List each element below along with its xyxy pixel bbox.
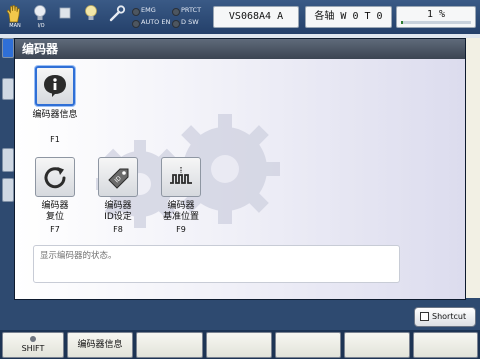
stop-square-icon[interactable] xyxy=(55,4,77,32)
mode-caption: MAN xyxy=(9,23,21,29)
io-bulb-icon[interactable]: I/O xyxy=(30,4,52,32)
encoder-reference-tile[interactable]: 编码器 基准位置 F9 xyxy=(146,157,216,235)
bulb-icon[interactable] xyxy=(81,4,103,32)
shift-label: SHIFT xyxy=(21,344,45,353)
status-message: 显示编码器的状态。 xyxy=(33,245,400,283)
lower-area xyxy=(0,300,480,330)
encoder-reset-button[interactable] xyxy=(35,157,75,197)
waveform-icon xyxy=(170,167,192,184)
softkey-6[interactable] xyxy=(413,332,478,358)
hand-icon[interactable]: MAN xyxy=(4,4,26,32)
id-tag-icon: ID xyxy=(108,168,129,189)
softkey-4[interactable] xyxy=(275,332,341,358)
status-bar: MAN I/O EMG PRTCT AUTO EN D SW VS068A4 A xyxy=(0,0,480,34)
background-side-buttons xyxy=(0,38,14,298)
encoder-info-button[interactable] xyxy=(35,66,75,106)
lamp-emg: EMG xyxy=(132,6,156,16)
override-field[interactable]: 1 % xyxy=(396,6,476,28)
wrench-icon[interactable] xyxy=(107,4,129,32)
softkey-bar: SHIFT 编码器信息 xyxy=(0,330,480,359)
softkey-3[interactable] xyxy=(206,332,272,358)
background-right-panel xyxy=(466,38,480,298)
encoder-reference-label: 编码器 基准位置 xyxy=(162,201,199,222)
softkey-2[interactable] xyxy=(136,332,203,358)
shortcut-label: Shortcut xyxy=(432,312,467,321)
shift-indicator-icon xyxy=(30,336,36,342)
encoder-reference-button[interactable] xyxy=(161,157,201,197)
override-bar-fill xyxy=(401,21,404,24)
dialog-title: 编码器 xyxy=(15,39,465,59)
lamp-prtct: PRTCT xyxy=(172,6,201,16)
encoder-dialog: 编码器 编码器信息 F1 编码器 复位 F7 ID 编码器 ID设定 F8 编码… xyxy=(14,38,466,300)
status-lamps: EMG PRTCT AUTO EN D SW xyxy=(132,5,222,31)
shortcut-button[interactable]: Shortcut xyxy=(414,307,476,327)
info-icon xyxy=(44,75,66,97)
axis-field[interactable]: 各轴 W 0 T 0 xyxy=(305,6,392,28)
encoder-info-fkey: F1 xyxy=(50,135,60,144)
program-field[interactable]: VS068A4 A xyxy=(213,6,299,28)
softkey-5[interactable] xyxy=(344,332,410,358)
override-bar xyxy=(401,21,471,24)
encoder-info-label: 编码器信息 xyxy=(32,110,78,120)
encoder-info-tile[interactable]: 编码器信息 F1 xyxy=(20,66,90,145)
encoder-reset-fkey: F7 xyxy=(50,225,60,234)
shift-key[interactable]: SHIFT xyxy=(2,332,64,358)
lamp-auto-en: AUTO EN xyxy=(132,18,170,28)
encoder-id-fkey: F8 xyxy=(113,225,123,234)
reset-arrow-icon xyxy=(44,167,66,189)
encoder-reset-tile[interactable]: 编码器 复位 F7 xyxy=(20,157,90,235)
io-caption: I/O xyxy=(37,23,45,29)
encoder-id-label: 编码器 ID设定 xyxy=(104,201,132,222)
override-value: 1 % xyxy=(426,9,446,20)
lamp-d-sw: D SW xyxy=(172,18,199,28)
encoder-id-button[interactable]: ID xyxy=(98,157,138,197)
encoder-id-tile[interactable]: ID 编码器 ID设定 F8 xyxy=(83,157,153,235)
encoder-reference-fkey: F9 xyxy=(176,225,186,234)
shortcut-icon xyxy=(420,312,429,321)
dialog-body: 编码器信息 F1 编码器 复位 F7 ID 编码器 ID设定 F8 编码器 基准… xyxy=(15,59,465,299)
softkey-1[interactable]: 编码器信息 xyxy=(67,332,133,358)
encoder-reset-label: 编码器 复位 xyxy=(41,201,69,222)
